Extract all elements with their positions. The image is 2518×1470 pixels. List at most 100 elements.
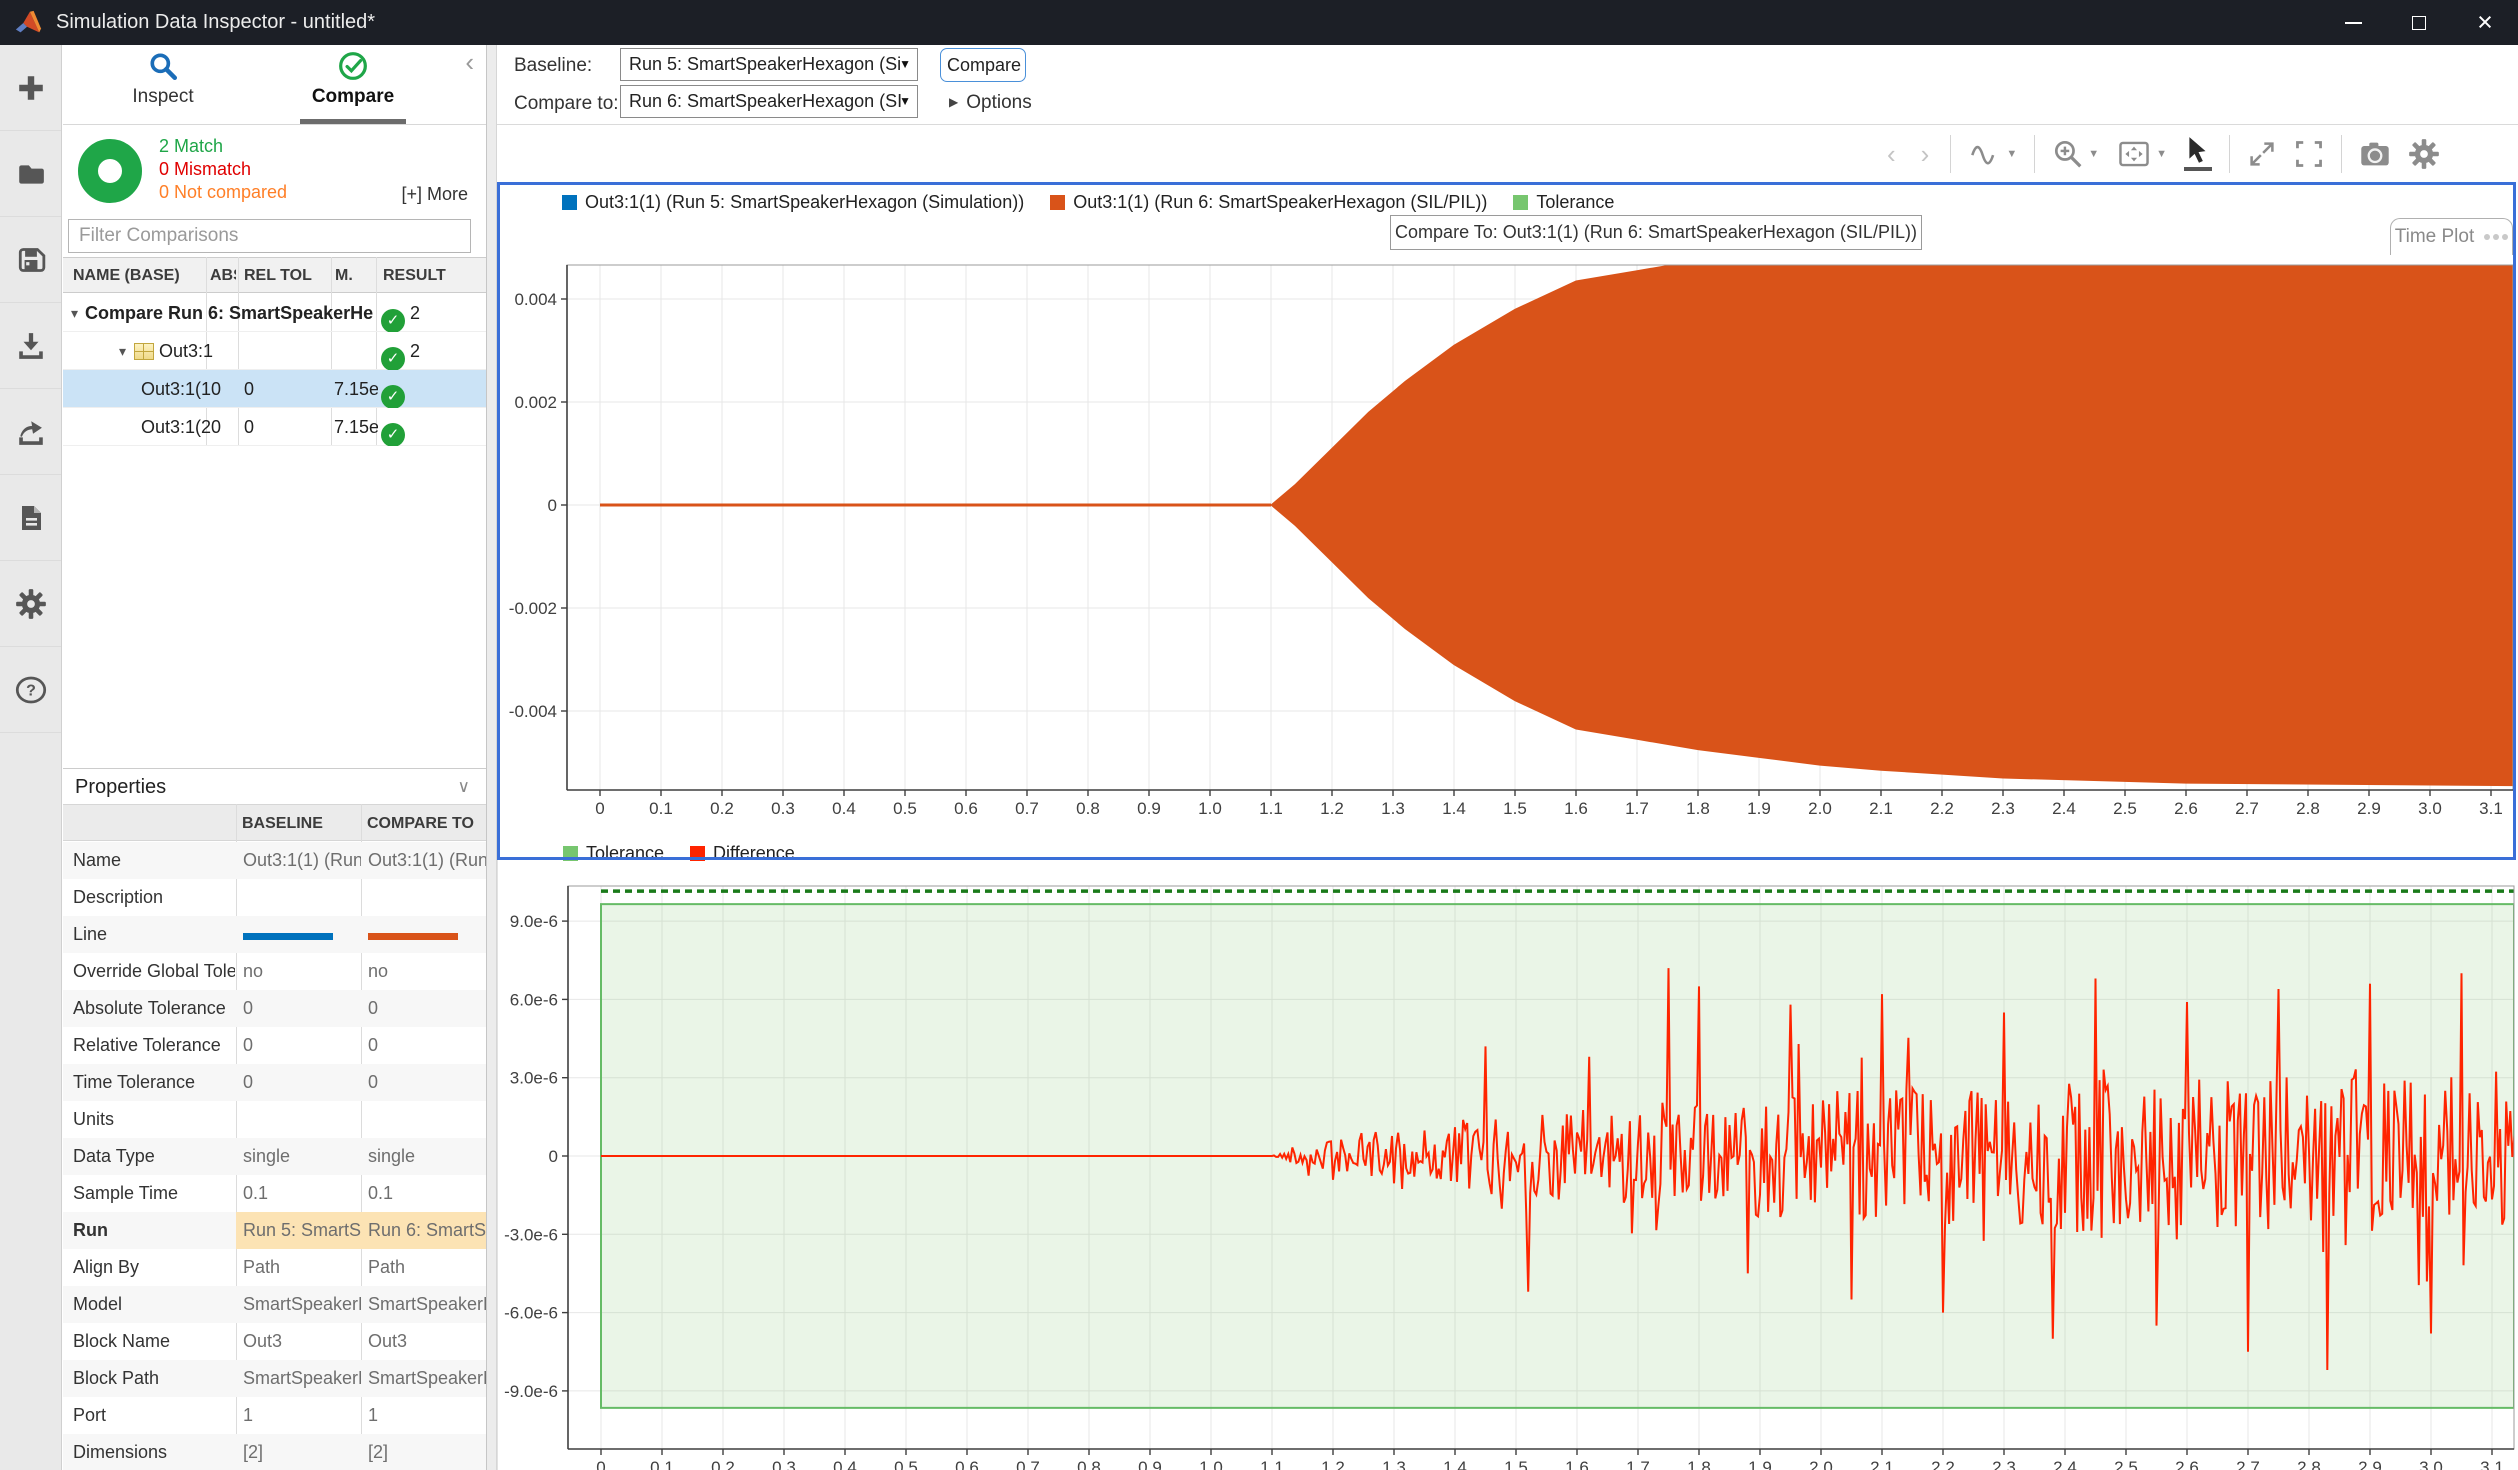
expand-plot-button[interactable] (2247, 139, 2277, 169)
property-row[interactable]: Time Tolerance00 (63, 1064, 486, 1101)
expander-icon[interactable]: ▾ (71, 305, 78, 321)
svg-text:0: 0 (549, 1147, 558, 1166)
tree-row[interactable]: ▾Out3:1✓2 (63, 332, 486, 370)
report-button[interactable] (0, 475, 61, 561)
signal-tooltip: Compare To: Out3:1(1) (Run 6: SmartSpeak… (1390, 215, 1922, 250)
property-row[interactable]: Override Global Tolenono (63, 953, 486, 990)
open-button[interactable] (0, 131, 61, 217)
time-plot-panel[interactable]: Out3:1(1) (Run 5: SmartSpeakerHexagon (S… (497, 182, 2516, 860)
property-row[interactable]: Dimensions[2][2] (63, 1434, 486, 1470)
export-button[interactable] (0, 389, 61, 475)
property-value: SmartSpeakerH (361, 1360, 486, 1397)
property-row[interactable]: ModelSmartSpeakerHSmartSpeakerH (63, 1286, 486, 1323)
svg-text:1.1: 1.1 (1260, 1458, 1284, 1470)
time-plot-chart[interactable]: 00.10.20.30.40.50.60.70.80.91.01.11.21.3… (497, 182, 2516, 860)
legend-item: Tolerance (563, 843, 664, 864)
forward-button[interactable]: › (1917, 141, 1934, 167)
svg-text:1.8: 1.8 (1686, 799, 1710, 818)
property-value: [2] (361, 1434, 486, 1470)
minimize-button[interactable] (2320, 0, 2386, 45)
svg-text:0.2: 0.2 (711, 1458, 735, 1470)
preferences-button[interactable] (0, 561, 61, 647)
compare-bar: Baseline: Run 5: SmartSpeakerHexagon (Si… (497, 45, 2518, 125)
property-row[interactable]: Block NameOut3Out3 (63, 1323, 486, 1360)
chevron-down-icon[interactable]: ∨ (458, 769, 470, 805)
property-row[interactable]: Block PathSmartSpeakerHSmartSpeakerH (63, 1360, 486, 1397)
collapse-panel-icon[interactable]: ‹ (465, 49, 474, 75)
property-row[interactable]: Units (63, 1101, 486, 1138)
tree-cell: 0 (244, 370, 324, 408)
time-plot-tab[interactable]: Time Plot (2390, 218, 2513, 255)
property-row[interactable]: Sample Time0.10.1 (63, 1175, 486, 1212)
more-link[interactable]: [+] More (401, 184, 468, 205)
property-row[interactable]: RunRun 5: SmartSRun 6: SmartS (63, 1212, 486, 1249)
svg-text:0.7: 0.7 (1016, 1458, 1040, 1470)
svg-text:0.4: 0.4 (833, 1458, 857, 1470)
help-icon: ? (15, 674, 47, 706)
tree-row[interactable]: ▾Compare Run 6: SmartSpeakerHe✓2 (63, 294, 486, 332)
property-row[interactable]: Data Typesinglesingle (63, 1138, 486, 1175)
tab-inspect[interactable]: Inspect (88, 51, 238, 108)
svg-text:0.1: 0.1 (649, 799, 673, 818)
add-button[interactable] (0, 45, 61, 131)
close-button[interactable]: × (2452, 0, 2518, 45)
svg-text:0.9: 0.9 (1137, 799, 1161, 818)
plot-settings-button[interactable] (2408, 138, 2440, 170)
svg-text:0.8: 0.8 (1076, 799, 1100, 818)
svg-text:0.3: 0.3 (771, 799, 795, 818)
time-plot-tab-label: Time Plot (2395, 226, 2475, 248)
properties-header[interactable]: Properties ∨ (63, 768, 486, 804)
panel-splitter[interactable] (487, 45, 497, 1470)
property-row[interactable]: Absolute Tolerance00 (63, 990, 486, 1027)
summary-donut (78, 139, 142, 203)
zoom-menu-button[interactable]: ▼ (2052, 138, 2099, 170)
property-row[interactable]: Relative Tolerance00 (63, 1027, 486, 1064)
baseline-select[interactable]: Run 5: SmartSpeakerHexagon (Si ▼ (620, 48, 918, 81)
maximize-button[interactable] (2386, 0, 2452, 45)
svg-text:0.3: 0.3 (772, 1458, 796, 1470)
filter-input[interactable] (68, 219, 471, 253)
property-value: Run 6: SmartS (361, 1212, 486, 1249)
compare-to-select[interactable]: Run 6: SmartSpeakerHexagon (SI ▼ (620, 85, 918, 118)
fullscreen-button[interactable] (2294, 139, 2324, 169)
legend-swatch (690, 846, 705, 861)
difference-plot-chart[interactable]: 00.10.20.30.40.50.60.70.80.91.01.11.21.3… (498, 841, 2517, 1470)
tree-row[interactable]: Out3:1(2007.15e✓ (63, 408, 486, 446)
tab-compare[interactable]: Compare (278, 51, 428, 108)
svg-text:0.2: 0.2 (710, 799, 734, 818)
compare-button[interactable]: Compare (940, 48, 1026, 82)
back-button[interactable]: ‹ (1883, 141, 1900, 167)
col-max-diff[interactable]: M. (335, 267, 375, 285)
difference-plot-panel[interactable]: ToleranceDifference 00.10.20.30.40.50.60… (497, 840, 2516, 1470)
svg-text:1.8: 1.8 (1687, 1458, 1711, 1470)
svg-text:3.0e-6: 3.0e-6 (510, 1069, 558, 1088)
col-abs-tol[interactable]: ABS TOL (210, 267, 236, 285)
gear-icon (15, 588, 47, 620)
property-row[interactable]: Align ByPathPath (63, 1249, 486, 1286)
col-rel-tol[interactable]: REL TOL (244, 267, 328, 285)
export-icon (16, 417, 46, 447)
save-button[interactable] (0, 217, 61, 303)
expander-icon[interactable]: ▾ (119, 343, 126, 359)
signals-menu-button[interactable]: ▼ (1968, 139, 2017, 169)
baseline-value: Run 5: SmartSpeakerHexagon (Si (629, 54, 901, 74)
col-result[interactable]: RESULT (383, 267, 483, 285)
import-button[interactable] (0, 303, 61, 389)
svg-text:1.9: 1.9 (1747, 799, 1771, 818)
pointer-tool-button[interactable] (2184, 136, 2212, 171)
col-baseline: BASELINE (242, 815, 323, 833)
options-toggle[interactable]: ▶Options (949, 92, 1032, 114)
help-button[interactable]: ? (0, 647, 61, 733)
tree-row[interactable]: Out3:1(1007.15e✓ (63, 370, 486, 408)
property-row[interactable]: Description (63, 879, 486, 916)
tree-cell (334, 332, 378, 370)
col-name-base[interactable]: NAME (BASE) (73, 267, 203, 285)
app-window: Simulation Data Inspector - untitled* × (0, 0, 2518, 1470)
snapshot-button[interactable] (2359, 139, 2391, 169)
property-row[interactable]: Port11 (63, 1397, 486, 1434)
property-row[interactable]: Line (63, 916, 486, 953)
fit-to-view-button[interactable]: ▼ (2116, 138, 2167, 170)
ellipsis-menu-icon[interactable] (2481, 234, 2508, 240)
property-row[interactable]: NameOut3:1(1) (RunOut3:1(1) (Run (63, 842, 486, 879)
expand-arrows-icon (2247, 139, 2277, 169)
